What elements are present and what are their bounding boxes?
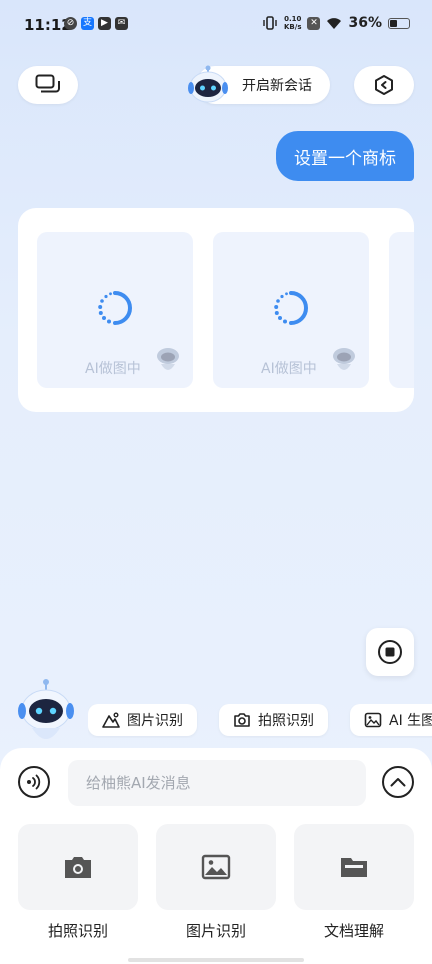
- image-mountain-icon: [102, 712, 120, 728]
- chat-history-button[interactable]: [18, 66, 78, 104]
- feature-label: 拍照识别: [47, 922, 108, 940]
- new-chat-label: 开启新会话: [242, 78, 312, 94]
- voice-wave-icon: [27, 774, 41, 790]
- feature-label: 图片识别: [185, 922, 246, 940]
- quick-action-bar: 图片识别 拍照识别 AI 生图: [88, 704, 432, 738]
- folder-icon: [341, 858, 367, 877]
- composer-panel: 拍照识别 图片识别 文档理解: [0, 748, 432, 964]
- camera-icon: [234, 713, 250, 727]
- feature-image-recognition[interactable]: [156, 824, 276, 910]
- alipay-notification-icon: 支: [81, 17, 94, 30]
- robot-watermark-icon: [157, 348, 179, 370]
- chevron-up-icon: [390, 778, 406, 787]
- notification-icons: ⊘ 支 ▶ ✉: [64, 17, 128, 30]
- net-speed-unit: KB/s: [284, 23, 302, 31]
- stop-icon: [378, 640, 402, 664]
- battery-percent: 36%: [348, 15, 382, 31]
- user-message-bubble[interactable]: 设置一个商标: [276, 131, 414, 181]
- loading-spinner-icon: [274, 291, 309, 325]
- robot-watermark-icon: [333, 348, 355, 370]
- chip-ai-image[interactable]: AI 生图: [350, 704, 432, 736]
- chip-photo-recognition[interactable]: 拍照识别: [219, 704, 328, 736]
- tile-status-label: AI做图中: [261, 361, 317, 377]
- camera-icon: [65, 857, 91, 878]
- chip-label: 拍照识别: [258, 713, 314, 729]
- chip-image-recognition[interactable]: 图片识别: [88, 704, 197, 736]
- battery-icon: [388, 17, 410, 29]
- system-status: 0.10 KB/s ✕ 36%: [262, 15, 410, 31]
- chat-bubbles-icon: [35, 74, 60, 93]
- hexagon-settings-icon: [375, 75, 393, 95]
- settings-button[interactable]: [354, 66, 414, 104]
- voice-input-button[interactable]: [18, 766, 50, 798]
- generation-tile[interactable]: AI做图中: [213, 232, 369, 388]
- vibrate-icon: [263, 16, 277, 30]
- chip-label: 图片识别: [127, 713, 183, 729]
- generation-tile-partial[interactable]: [389, 232, 414, 388]
- net-speed-value: 0.10: [284, 15, 302, 23]
- robot-avatar-small: [188, 64, 228, 104]
- feature-label: 文档理解: [323, 922, 384, 940]
- generation-tile[interactable]: AI做图中: [37, 232, 193, 388]
- loading-spinner-icon: [98, 291, 133, 325]
- status-bar: 11:12 ⊘ 支 ▶ ✉ 0.10 KB/s ✕ 36%: [0, 0, 432, 50]
- stop-generation-button[interactable]: [366, 628, 414, 676]
- feature-photo-recognition[interactable]: [18, 824, 138, 910]
- user-message-text: 设置一个商标: [294, 148, 396, 169]
- sim-off-icon: ✕: [307, 16, 321, 30]
- tile-status-label: AI做图中: [85, 361, 141, 377]
- message-input[interactable]: [68, 760, 366, 806]
- net-speed: 0.10 KB/s: [284, 15, 301, 31]
- feature-document-understanding[interactable]: [294, 824, 414, 910]
- mail-notification-icon: ✉: [115, 17, 128, 30]
- play-notification-icon: ▶: [98, 17, 111, 30]
- app-notification-icon: ⊘: [64, 17, 77, 30]
- image-generation-card: AI做图中 AI做图中: [18, 208, 414, 412]
- wifi-icon: [327, 17, 342, 29]
- home-indicator[interactable]: [128, 958, 304, 962]
- battery-fill: [390, 19, 398, 27]
- image-frame-icon: [364, 712, 382, 728]
- robot-mascot: [18, 679, 74, 739]
- picture-icon: [201, 854, 231, 880]
- expand-panel-button[interactable]: [382, 766, 414, 798]
- chip-label: AI 生图: [389, 713, 432, 729]
